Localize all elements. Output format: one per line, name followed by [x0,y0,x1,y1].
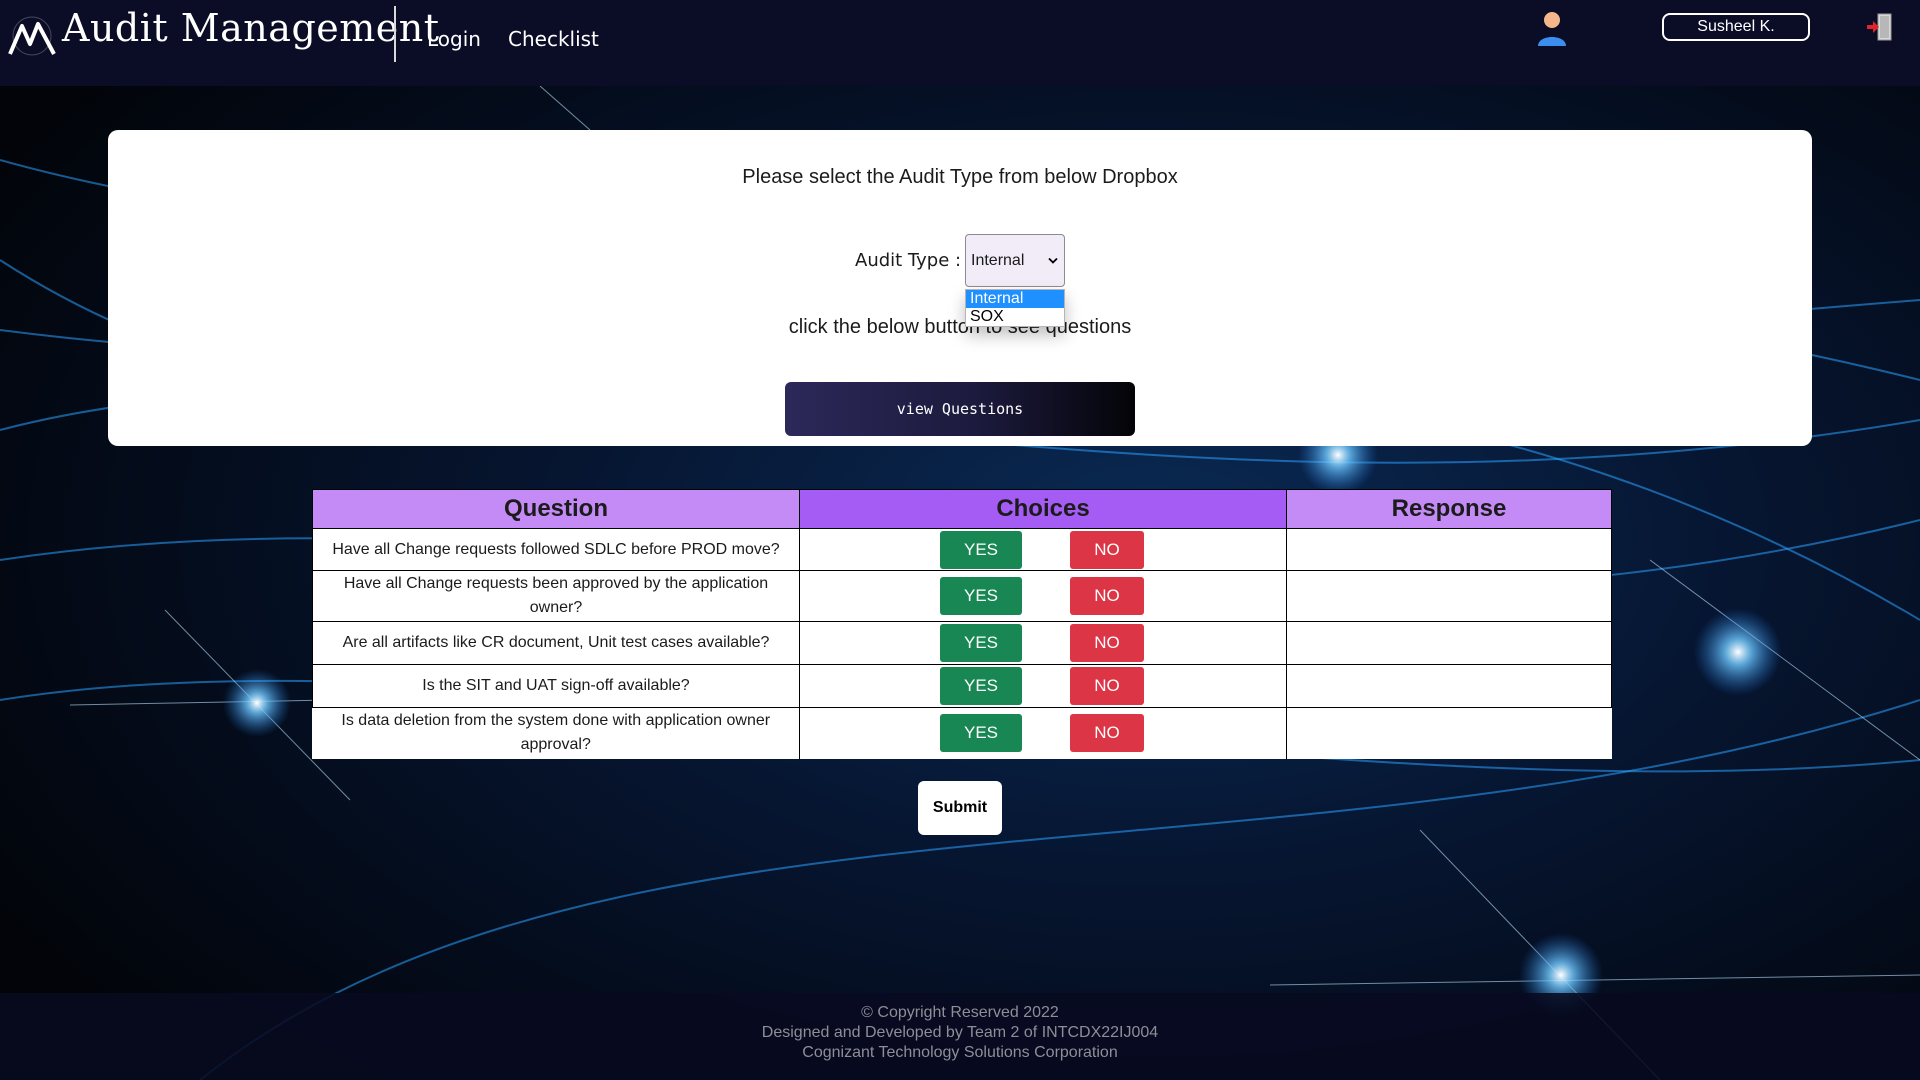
no-button[interactable]: NO [1070,624,1144,662]
question-text: Is data deletion from the system done wi… [341,712,771,754]
audit-type-label: Audit Type : [855,250,962,271]
choices-cell: YES NO [799,664,1287,708]
view-questions-hint: click the below button to see questions [788,316,1132,338]
column-header-question: Question [312,489,800,529]
column-header-choices: Choices [799,489,1287,529]
audit-type-option-internal[interactable]: Internal [966,290,1064,308]
yes-button[interactable]: YES [940,530,1022,569]
question-text: Is the SIT and UAT sign-off available? [422,677,690,694]
mountain-logo-icon [8,16,56,56]
question-cell: Are all artifacts like CR document, Unit… [312,621,800,665]
response-cell [1286,707,1612,759]
audit-type-selected-value: Internal [971,252,1025,269]
choices-cell: YES NO [799,621,1287,665]
audit-type-option-sox[interactable]: SOX [966,308,1064,326]
audit-type-card: Please select the Audit Type from below … [108,130,1812,446]
view-questions-button[interactable]: view Questions [785,382,1135,436]
choices-cell: YES NO [799,528,1287,571]
app-brand: Audit Management [62,6,440,50]
no-button[interactable]: NO [1070,530,1144,569]
response-cell [1286,621,1612,665]
response-cell [1286,570,1612,622]
table-row: Is data deletion from the system done wi… [312,707,1612,759]
yes-button[interactable]: YES [940,714,1022,753]
questions-table: Question Choices Response Have all Chang… [312,489,1612,759]
nav-link-login[interactable]: Login [427,27,481,51]
no-button[interactable]: NO [1070,667,1144,705]
nav-divider [394,6,396,62]
column-header-response: Response [1286,489,1612,529]
logout-icon[interactable] [1864,12,1894,42]
no-button[interactable]: NO [1070,577,1144,615]
yes-button[interactable]: YES [940,667,1022,705]
submit-button[interactable]: Submit [918,781,1002,835]
footer-copyright: © Copyright Reserved 2022 [861,1004,1059,1021]
chevron-down-icon [1048,257,1058,264]
choices-cell: YES NO [799,570,1287,622]
table-row: Are all artifacts like CR document, Unit… [312,621,1612,665]
user-name-badge[interactable]: Susheel K. [1662,13,1810,41]
table-row: Have all Change requests followed SDLC b… [312,528,1612,571]
question-text: Have all Change requests followed SDLC b… [332,540,780,558]
table-row: Have all Change requests been approved b… [312,570,1612,622]
footer-developer-credit: Designed and Developed by Team 2 of INTC… [761,1024,1159,1041]
nav-link-checklist[interactable]: Checklist [508,27,599,51]
audit-type-select[interactable]: Internal [965,234,1065,287]
choices-cell: YES NO [799,707,1287,759]
yes-button[interactable]: YES [940,624,1022,662]
question-cell: Is data deletion from the system done wi… [312,707,800,759]
navbar: Audit Management Login Checklist Susheel… [0,0,1920,86]
response-cell [1286,528,1612,571]
footer: © Copyright Reserved 2022 Designed and D… [0,993,1920,1080]
question-cell: Have all Change requests followed SDLC b… [312,528,800,571]
question-text: Are all artifacts like CR document, Unit… [342,634,770,651]
yes-button[interactable]: YES [940,577,1022,615]
no-button[interactable]: NO [1070,714,1144,753]
question-cell: Have all Change requests been approved b… [312,570,800,622]
table-row: Is the SIT and UAT sign-off available? Y… [312,664,1612,708]
audit-type-dropdown-list: Internal SOX [965,289,1065,327]
user-avatar-icon[interactable] [1536,10,1568,46]
response-cell [1286,664,1612,708]
table-header-row: Question Choices Response [312,489,1612,529]
question-text: Have all Change requests been approved b… [343,575,769,616]
footer-company: Cognizant Technology Solutions Corporati… [802,1044,1118,1061]
card-instruction: Please select the Audit Type from below … [742,166,1178,188]
question-cell: Is the SIT and UAT sign-off available? [312,664,800,708]
